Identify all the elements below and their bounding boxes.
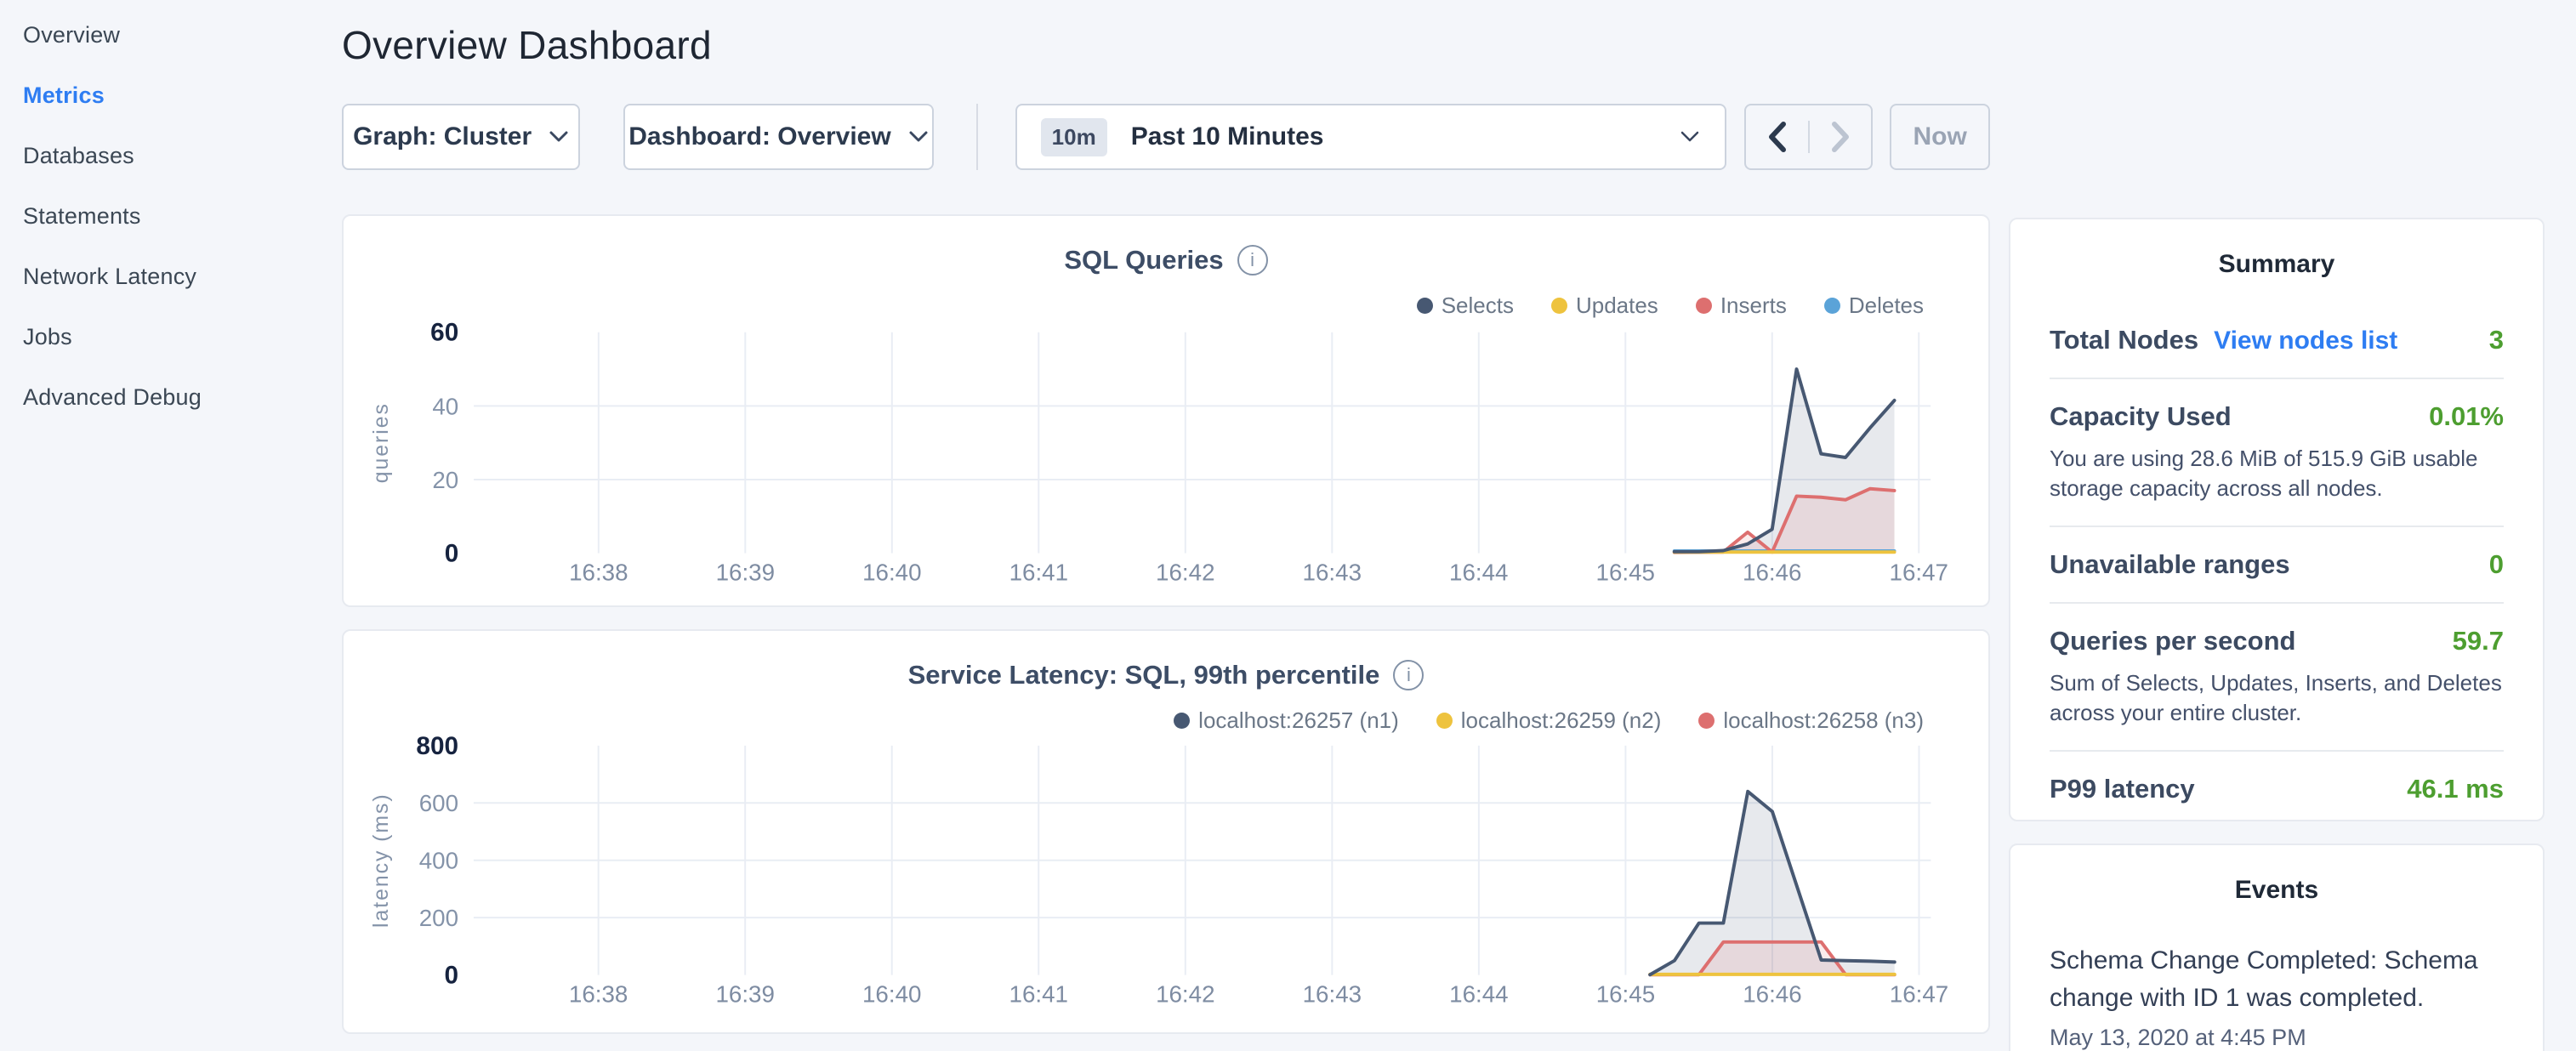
- next-range-button[interactable]: [1808, 121, 1871, 153]
- sidebar: Overview Metrics Databases Statements Ne…: [0, 0, 342, 428]
- summary-row-value: 0.01%: [2429, 401, 2504, 432]
- sidebar-item-label: Network Latency: [23, 264, 196, 289]
- svg-text:16:44: 16:44: [1449, 980, 1508, 1007]
- sidebar-item-jobs[interactable]: Jobs: [0, 307, 342, 367]
- summary-row-p99-latency: P99 latency 46.1 ms: [2050, 752, 2504, 821]
- svg-text:600: 600: [419, 790, 458, 816]
- svg-text:60: 60: [430, 319, 458, 347]
- svg-text:queries: queries: [370, 402, 393, 483]
- sidebar-item-databases[interactable]: Databases: [0, 126, 342, 186]
- chevron-down-icon: [1679, 129, 1701, 145]
- time-window-badge: 10m: [1041, 118, 1107, 156]
- graph-dropdown-label: Graph: Cluster: [353, 122, 532, 151]
- summary-row-description: You are using 28.6 MiB of 515.9 GiB usab…: [2050, 444, 2504, 503]
- svg-text:16:40: 16:40: [862, 559, 921, 585]
- summary-row-queries-per-second: Queries per second 59.7 Sum of Selects, …: [2050, 604, 2504, 752]
- summary-row-label: Unavailable ranges: [2050, 549, 2290, 580]
- svg-text:16:45: 16:45: [1596, 559, 1655, 585]
- svg-text:16:38: 16:38: [569, 559, 628, 585]
- dashboard-dropdown-label: Dashboard: Overview: [628, 122, 890, 151]
- sidebar-item-label: Advanced Debug: [23, 384, 202, 410]
- svg-text:16:38: 16:38: [569, 980, 628, 1007]
- summary-row-value: 3: [2489, 325, 2504, 355]
- prev-range-button[interactable]: [1746, 121, 1807, 153]
- svg-text:16:47: 16:47: [1890, 559, 1948, 585]
- svg-text:16:43: 16:43: [1303, 559, 1362, 585]
- svg-text:40: 40: [432, 393, 458, 419]
- sidebar-item-network-latency[interactable]: Network Latency: [0, 247, 342, 307]
- sidebar-item-label: Databases: [23, 143, 134, 168]
- events-title: Events: [2050, 876, 2504, 905]
- sidebar-item-metrics[interactable]: Metrics: [0, 65, 342, 126]
- chevron-down-icon: [549, 130, 569, 144]
- summary-title: Summary: [2050, 250, 2504, 279]
- summary-row-value: 59.7: [2453, 626, 2504, 656]
- service-latency-chart-card: Service Latency: SQL, 99th percentile i …: [342, 629, 1990, 1034]
- sql-queries-chart-card: SQL Queries i SelectsUpdatesInsertsDelet…: [342, 214, 1990, 607]
- sidebar-item-label: Jobs: [23, 324, 72, 349]
- svg-text:16:42: 16:42: [1156, 559, 1214, 585]
- summary-row-description: Sum of Selects, Updates, Inserts, and De…: [2050, 668, 2504, 728]
- chevron-left-icon: [1766, 121, 1788, 153]
- main-content: Overview Dashboard Graph: Cluster Dashbo…: [342, 0, 1990, 1034]
- summary-row-value: 46.1 ms: [2407, 774, 2504, 804]
- summary-row-label: Queries per second: [2050, 626, 2295, 656]
- svg-text:16:42: 16:42: [1156, 980, 1214, 1007]
- svg-text:16:44: 16:44: [1449, 559, 1508, 585]
- svg-text:16:40: 16:40: [862, 980, 921, 1007]
- now-button[interactable]: Now: [1890, 104, 1990, 170]
- summary-row-total-nodes: Total Nodes View nodes list 3: [2050, 303, 2504, 379]
- summary-row-label: Total Nodes: [2050, 325, 2198, 355]
- event-item[interactable]: Schema Change Completed: Schema change w…: [2050, 942, 2504, 1051]
- sidebar-item-statements[interactable]: Statements: [0, 186, 342, 247]
- svg-text:0: 0: [445, 539, 459, 567]
- svg-text:16:47: 16:47: [1890, 980, 1948, 1007]
- dashboard-dropdown[interactable]: Dashboard: Overview: [623, 104, 933, 170]
- svg-text:0: 0: [445, 961, 459, 989]
- summary-row-value: 0: [2489, 549, 2504, 580]
- graph-dropdown[interactable]: Graph: Cluster: [342, 104, 580, 170]
- sidebar-item-overview[interactable]: Overview: [0, 5, 342, 65]
- summary-panel: Summary Total Nodes View nodes list 3 Ca…: [2009, 218, 2545, 821]
- event-message: Schema Change Completed: Schema change w…: [2050, 942, 2504, 1016]
- svg-text:16:41: 16:41: [1009, 559, 1068, 585]
- sidebar-item-label: Statements: [23, 203, 141, 229]
- svg-text:16:39: 16:39: [716, 559, 775, 585]
- events-panel: Events Schema Change Completed: Schema c…: [2009, 844, 2545, 1051]
- sidebar-item-label: Overview: [23, 22, 120, 48]
- toolbar: Graph: Cluster Dashboard: Overview 10m P…: [342, 104, 1990, 170]
- svg-text:16:41: 16:41: [1009, 980, 1068, 1007]
- svg-text:latency (ms): latency (ms): [370, 793, 393, 928]
- svg-text:400: 400: [419, 848, 458, 874]
- chart-plot: 16:38 16:39 16:40 16:41 16:42 16:43 16:44 16:45…: [344, 631, 1988, 1032]
- svg-text:200: 200: [419, 905, 458, 931]
- svg-text:16:46: 16:46: [1743, 980, 1801, 1007]
- page-title: Overview Dashboard: [342, 22, 1990, 68]
- event-timestamp: May 13, 2020 at 4:45 PM: [2050, 1025, 2504, 1051]
- svg-text:16:39: 16:39: [715, 980, 774, 1007]
- sidebar-item-advanced-debug[interactable]: Advanced Debug: [0, 367, 342, 428]
- chart-plot: 16:38 16:39 16:40 16:41 16:42 16:43 16:44 16:45…: [344, 216, 1988, 605]
- time-window-label: Past 10 Minutes: [1131, 122, 1324, 151]
- svg-text:16:43: 16:43: [1303, 980, 1362, 1007]
- summary-row-unavailable-ranges: Unavailable ranges 0: [2050, 527, 2504, 604]
- svg-text:16:45: 16:45: [1596, 980, 1655, 1007]
- right-column: Summary Total Nodes View nodes list 3 Ca…: [2009, 218, 2545, 1051]
- svg-text:20: 20: [432, 467, 458, 493]
- summary-row-capacity-used: Capacity Used 0.01% You are using 28.6 M…: [2050, 379, 2504, 527]
- toolbar-divider: [976, 104, 978, 170]
- svg-text:800: 800: [416, 732, 458, 760]
- summary-row-label: Capacity Used: [2050, 401, 2232, 432]
- time-range-pager: [1744, 104, 1873, 170]
- svg-text:16:46: 16:46: [1743, 559, 1801, 585]
- chevron-right-icon: [1829, 121, 1851, 153]
- summary-row-label: P99 latency: [2050, 774, 2195, 804]
- chevron-down-icon: [908, 130, 929, 144]
- sidebar-item-label: Metrics: [23, 82, 105, 108]
- time-window-selector[interactable]: 10m Past 10 Minutes: [1015, 104, 1727, 170]
- view-nodes-link[interactable]: View nodes list: [2214, 327, 2397, 355]
